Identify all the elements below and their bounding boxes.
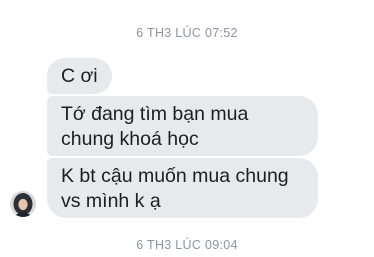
message-bubble[interactable]: Tớ đang tìm bạn mua chung khoá học bbox=[47, 96, 318, 156]
sender-avatar[interactable] bbox=[10, 191, 36, 217]
message-bubble[interactable]: C ơi bbox=[47, 58, 112, 94]
timestamp: 6 TH3 LÚC 07:52 bbox=[136, 26, 238, 40]
avatar-icon bbox=[10, 191, 36, 217]
timestamp: 6 TH3 LÚC 09:04 bbox=[136, 238, 238, 252]
message-bubble[interactable]: K bt cậu muốn mua chung vs mình k ạ bbox=[47, 158, 318, 218]
